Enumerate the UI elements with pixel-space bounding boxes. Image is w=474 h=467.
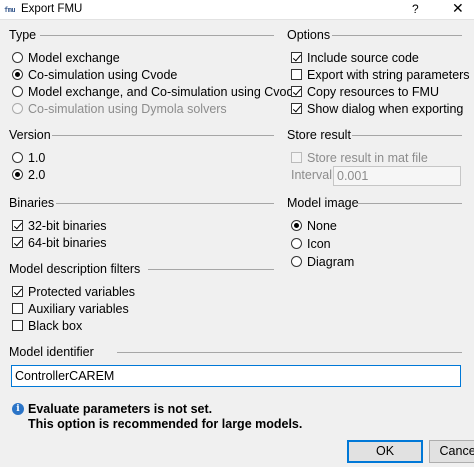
ok-button[interactable]: OK xyxy=(347,440,423,463)
radio-icon[interactable] xyxy=(12,86,23,97)
version-section-title: Version xyxy=(9,128,51,142)
window-title: Export FMU xyxy=(21,3,83,15)
type-section-title: Type xyxy=(9,28,37,42)
interval-label: Interval xyxy=(291,168,332,182)
binaries-64-bit[interactable]: 64-bit binaries xyxy=(12,234,107,251)
model-identifier-input[interactable]: ControllerCAREM xyxy=(11,365,461,387)
checkbox-checked-icon[interactable] xyxy=(291,86,302,97)
checkbox-icon[interactable] xyxy=(12,303,23,314)
model-image-divider xyxy=(355,203,462,204)
radio-icon[interactable] xyxy=(12,52,23,63)
fmu-app-icon: fmu xyxy=(4,6,16,14)
title-bar: fmu Export FMU ? ✕ xyxy=(0,0,474,20)
binaries-section-title: Binaries xyxy=(9,196,55,210)
checkbox-checked-icon[interactable] xyxy=(291,103,302,114)
info-line-1: Evaluate parameters is not set. xyxy=(28,402,213,416)
binaries-label: 64-bit binaries xyxy=(28,235,107,250)
filters-divider xyxy=(148,269,274,270)
option-label: Copy resources to FMU xyxy=(307,84,439,99)
filter-auxiliary-variables[interactable]: Auxiliary variables xyxy=(12,300,129,317)
store-result-divider xyxy=(352,135,462,136)
close-icon[interactable]: ✕ xyxy=(452,0,464,17)
filter-label: Black box xyxy=(28,318,83,333)
option-show-dialog[interactable]: Show dialog when exporting xyxy=(291,100,463,117)
checkbox-checked-icon[interactable] xyxy=(12,286,23,297)
options-divider xyxy=(332,35,462,36)
checkbox-disabled-icon xyxy=(291,152,302,163)
checkbox-checked-icon[interactable] xyxy=(12,237,23,248)
type-option-cosim-cvode[interactable]: Co-simulation using Cvode xyxy=(12,66,177,83)
radio-icon[interactable] xyxy=(12,152,23,163)
radio-checked-icon[interactable] xyxy=(12,69,23,80)
cancel-button[interactable]: Cancel xyxy=(429,440,474,463)
type-option-both[interactable]: Model exchange, and Co-simulation using … xyxy=(12,83,300,100)
filters-section-title: Model description filters xyxy=(9,262,141,276)
binaries-32-bit[interactable]: 32-bit binaries xyxy=(12,217,107,234)
store-result-checkbox: Store result in mat file xyxy=(291,149,428,166)
version-option-1-0[interactable]: 1.0 xyxy=(12,149,45,166)
option-export-string-params[interactable]: Export with string parameters xyxy=(291,66,470,83)
model-image-label: Icon xyxy=(307,236,331,251)
model-image-label: Diagram xyxy=(307,254,355,269)
checkbox-icon[interactable] xyxy=(291,69,302,80)
model-image-diagram[interactable]: Diagram xyxy=(291,253,354,270)
radio-checked-icon[interactable] xyxy=(291,220,302,231)
version-label: 1.0 xyxy=(28,150,46,165)
checkbox-checked-icon[interactable] xyxy=(12,220,23,231)
version-label: 2.0 xyxy=(28,167,46,182)
checkbox-icon[interactable] xyxy=(12,320,23,331)
model-image-label: None xyxy=(307,218,337,233)
option-label: Include source code xyxy=(307,50,419,65)
type-option-model-exchange[interactable]: Model exchange xyxy=(12,49,120,66)
radio-icon[interactable] xyxy=(291,256,302,267)
model-image-none[interactable]: None xyxy=(291,217,337,234)
help-button[interactable]: ? xyxy=(412,2,419,16)
type-option-label: Co-simulation using Cvode xyxy=(28,67,178,82)
model-image-icon[interactable]: Icon xyxy=(291,235,331,252)
option-include-source-code[interactable]: Include source code xyxy=(291,49,419,66)
filter-label: Protected variables xyxy=(28,284,136,299)
radio-icon[interactable] xyxy=(291,238,302,249)
type-option-label: Model exchange xyxy=(28,50,120,65)
version-option-2-0[interactable]: 2.0 xyxy=(12,166,45,183)
type-option-label: Co-simulation using Dymola solvers xyxy=(28,101,227,116)
type-divider xyxy=(40,35,274,36)
identifier-divider xyxy=(117,352,462,353)
filter-black-box[interactable]: Black box xyxy=(12,317,82,334)
identifier-section-title: Model identifier xyxy=(9,345,94,359)
binaries-divider xyxy=(56,203,274,204)
model-image-section-title: Model image xyxy=(287,196,359,210)
interval-input: 0.001 xyxy=(333,166,461,186)
type-option-label: Model exchange, and Co-simulation using … xyxy=(28,84,301,99)
option-copy-resources[interactable]: Copy resources to FMU xyxy=(291,83,439,100)
options-section-title: Options xyxy=(287,28,331,42)
binaries-label: 32-bit binaries xyxy=(28,218,107,233)
info-icon: i xyxy=(12,403,24,415)
version-divider xyxy=(52,135,274,136)
store-result-label: Store result in mat file xyxy=(307,150,428,165)
checkbox-checked-icon[interactable] xyxy=(291,52,302,63)
option-label: Show dialog when exporting xyxy=(307,101,464,116)
radio-disabled-icon xyxy=(12,103,23,114)
type-option-dymola-solvers: Co-simulation using Dymola solvers xyxy=(12,100,227,117)
filter-protected-variables[interactable]: Protected variables xyxy=(12,283,135,300)
store-result-section-title: Store result xyxy=(287,128,351,142)
option-label: Export with string parameters xyxy=(307,67,470,82)
radio-checked-icon[interactable] xyxy=(12,169,23,180)
filter-label: Auxiliary variables xyxy=(28,301,129,316)
info-line-2: This option is recommended for large mod… xyxy=(28,417,303,431)
